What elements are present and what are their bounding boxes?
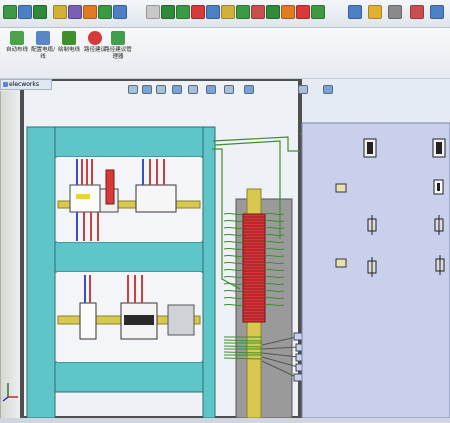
redo-icon[interactable] bbox=[83, 5, 97, 19]
main-toolbar bbox=[0, 0, 450, 28]
harness-icon[interactable] bbox=[206, 5, 220, 19]
route-suggest-icon bbox=[88, 31, 102, 45]
view-icon[interactable] bbox=[348, 5, 362, 19]
cable-config-icon bbox=[36, 31, 50, 45]
cable-icon[interactable] bbox=[281, 5, 295, 19]
auto-route-icon bbox=[10, 31, 24, 45]
draw-wire-button[interactable]: 绘制电线 bbox=[55, 30, 83, 76]
view-settings-icon[interactable] bbox=[323, 85, 333, 94]
zoom-area-icon[interactable] bbox=[142, 85, 152, 94]
hide-show-icon[interactable] bbox=[224, 85, 234, 94]
cabinet-3d-scene bbox=[0, 79, 450, 418]
auto-route-label: 自动布线 bbox=[5, 47, 28, 53]
graphics-viewport[interactable]: elecworks bbox=[0, 79, 450, 418]
terminal-strip bbox=[242, 213, 266, 323]
breaker-switches bbox=[124, 315, 154, 325]
open-icon[interactable] bbox=[18, 5, 32, 19]
route-manager-button[interactable]: 路径建议管理器 bbox=[104, 30, 132, 76]
print-icon[interactable] bbox=[53, 5, 67, 19]
undo-icon[interactable] bbox=[68, 5, 82, 19]
display-style-icon[interactable] bbox=[206, 85, 216, 94]
section-view-icon[interactable] bbox=[172, 85, 182, 94]
frame-right-rail bbox=[202, 126, 216, 418]
rebuild-icon[interactable] bbox=[113, 5, 127, 19]
flatten-icon[interactable] bbox=[311, 5, 325, 19]
save-icon[interactable] bbox=[33, 5, 47, 19]
tree-root-label: elecworks bbox=[9, 81, 39, 88]
frame-bottom-bar bbox=[54, 361, 204, 393]
edit-route-icon[interactable] bbox=[296, 5, 310, 19]
route-manager-label: 路径建议管理器 bbox=[104, 47, 132, 60]
connector-icon[interactable] bbox=[251, 5, 265, 19]
tree-root-icon bbox=[3, 82, 8, 87]
routing-ribbon: 自动布线 配置电缆/线 绘制电线 路径建议 路径建议管理器 bbox=[0, 28, 450, 79]
frame-top-bar bbox=[54, 126, 204, 158]
help-icon[interactable] bbox=[161, 5, 175, 19]
frame-left-rail bbox=[26, 126, 56, 418]
heads-up-view-toolbar bbox=[128, 83, 348, 97]
folder-icon[interactable] bbox=[368, 5, 382, 19]
options-icon[interactable] bbox=[146, 5, 160, 19]
edit-appearance-icon[interactable] bbox=[244, 85, 254, 94]
auto-route-button[interactable]: 自动布线 bbox=[3, 30, 31, 76]
cable-config-label: 配置电缆/线 bbox=[31, 47, 55, 60]
zoom-fit-icon[interactable] bbox=[128, 85, 138, 94]
scene-icon[interactable] bbox=[298, 85, 308, 94]
breaker-label bbox=[76, 194, 90, 199]
draw-wire-label: 绘制电线 bbox=[57, 47, 80, 53]
tools-icon[interactable] bbox=[410, 5, 424, 19]
draw-wire-icon bbox=[62, 31, 76, 45]
new-icon[interactable] bbox=[3, 5, 17, 19]
route-icon[interactable] bbox=[221, 5, 235, 19]
previous-view-icon[interactable] bbox=[156, 85, 166, 94]
junction-box bbox=[167, 304, 195, 336]
status-bar bbox=[0, 418, 450, 423]
background-edge bbox=[0, 91, 22, 418]
red-switch-handle bbox=[105, 169, 115, 205]
frame-middle-bar bbox=[54, 241, 204, 273]
electrical-icon[interactable] bbox=[176, 5, 190, 19]
clip-icon[interactable] bbox=[266, 5, 280, 19]
close-icon[interactable] bbox=[430, 5, 444, 19]
feature-tree-tab[interactable]: elecworks bbox=[0, 79, 52, 90]
contactor-upper bbox=[135, 184, 177, 213]
select-icon[interactable] bbox=[98, 5, 112, 19]
breaker-lower-small bbox=[79, 302, 97, 340]
cable-config-button[interactable]: 配置电缆/线 bbox=[29, 30, 57, 76]
route-manager-icon bbox=[111, 31, 125, 45]
view-orientation-icon[interactable] bbox=[188, 85, 198, 94]
component-icon[interactable] bbox=[236, 5, 250, 19]
settings-icon[interactable] bbox=[388, 5, 402, 19]
wire-icon[interactable] bbox=[191, 5, 205, 19]
